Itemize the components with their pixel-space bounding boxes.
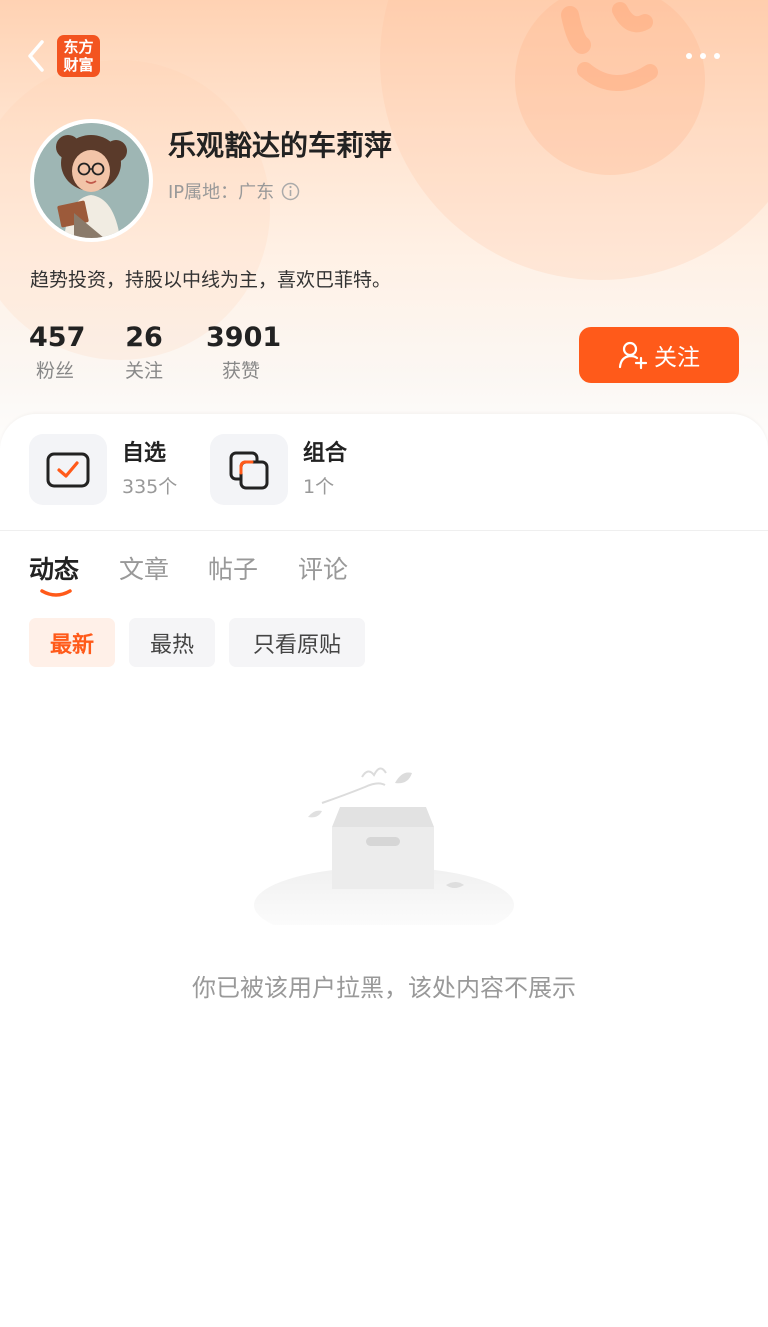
- add-user-icon: [618, 341, 648, 370]
- chevron-left-icon: [28, 40, 44, 72]
- feature-count: 1个: [303, 475, 335, 498]
- feature-title: 组合: [303, 440, 348, 466]
- tab-posts[interactable]: 帖子: [208, 550, 258, 586]
- follow-button-label: 关注: [654, 345, 700, 371]
- filter-hottest[interactable]: 最热: [129, 618, 215, 667]
- tab-comments[interactable]: 评论: [298, 550, 348, 586]
- app-logo: 东方 财富: [57, 35, 100, 77]
- stat-label: 粉丝: [35, 360, 74, 382]
- feature-watchlist[interactable]: 自选 335个: [29, 434, 177, 505]
- ip-location: IP属地：广东: [168, 178, 300, 204]
- stat-value: 26: [125, 322, 163, 353]
- filter-original-only[interactable]: 只看原贴: [229, 618, 365, 667]
- stat-likes[interactable]: 3901 获赞: [206, 322, 282, 384]
- watchlist-check-icon: [46, 452, 90, 487]
- tab-articles[interactable]: 文章: [119, 550, 169, 586]
- stat-label: 关注: [124, 360, 163, 382]
- active-tab-indicator: [40, 589, 72, 597]
- ip-location-label: IP属地：广东: [168, 182, 275, 203]
- stat-value: 457: [29, 322, 86, 353]
- logo-line-2: 财富: [63, 56, 94, 74]
- more-options-button[interactable]: [684, 46, 724, 66]
- stat-label: 获赞: [221, 360, 260, 382]
- feature-icon-box: [210, 434, 288, 505]
- filter-latest[interactable]: 最新: [29, 618, 115, 667]
- feature-portfolio[interactable]: 组合 1个: [210, 434, 347, 505]
- stat-followers[interactable]: 457 粉丝: [29, 322, 86, 384]
- section-divider: [0, 530, 768, 531]
- follow-button[interactable]: 关注: [579, 327, 739, 383]
- empty-state-message: 你已被该用户拉黑，该处内容不展示: [192, 974, 576, 1002]
- stat-following[interactable]: 26 关注: [121, 322, 167, 384]
- avatar-image: [34, 123, 149, 238]
- avatar[interactable]: [30, 119, 153, 242]
- portfolio-icon: [229, 451, 269, 489]
- info-icon[interactable]: [281, 182, 300, 201]
- username: 乐观豁达的车莉萍: [168, 129, 393, 162]
- tab-activity[interactable]: 动态: [29, 550, 79, 586]
- feature-count: 335个: [122, 475, 178, 498]
- empty-box-illustration: [254, 767, 514, 925]
- stat-value: 3901: [206, 322, 282, 353]
- feature-icon-box: [29, 434, 107, 505]
- logo-line-1: 东方: [63, 38, 94, 56]
- more-horizontal-icon: [686, 53, 720, 59]
- back-button[interactable]: [22, 38, 52, 74]
- feature-title: 自选: [122, 440, 167, 466]
- profile-bio: 趋势投资，持股以中线为主，喜欢巴菲特。: [30, 269, 392, 291]
